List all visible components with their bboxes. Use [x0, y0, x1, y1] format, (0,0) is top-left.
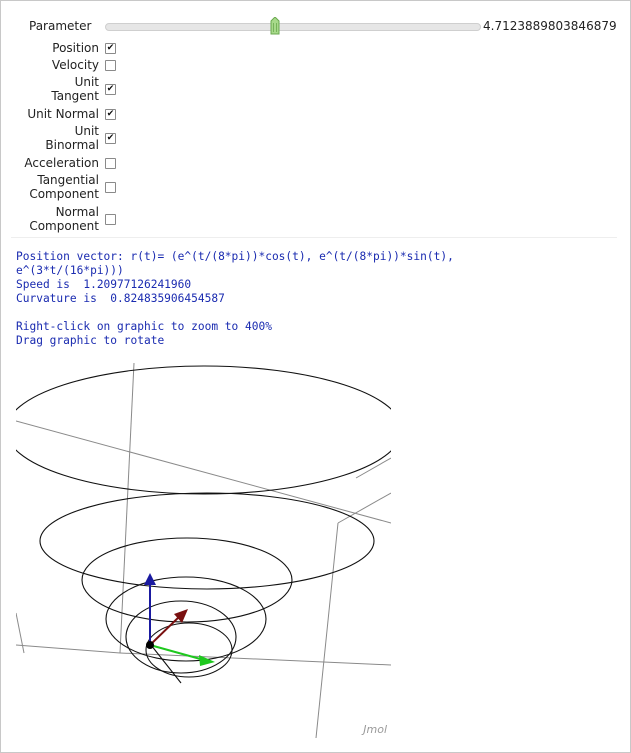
option-label-line: Acceleration: [24, 156, 99, 170]
parameter-slider-thumb[interactable]: [270, 17, 280, 35]
jmol-3d-viewer[interactable]: Jmol: [16, 363, 391, 738]
space-curve: [16, 365, 391, 684]
option-label-line: Unit Normal: [27, 107, 99, 121]
binormal-arrowhead: [144, 573, 156, 585]
option-label-3: Unit Normal: [1, 107, 99, 121]
option-label-4: Unit Binormal: [1, 124, 99, 152]
parameter-value: 4.7123889803846879: [483, 19, 617, 33]
option-label-2: Unit Tangent: [1, 75, 99, 103]
bounding-box: [16, 363, 391, 738]
parameter-label: Parameter: [29, 19, 92, 33]
option-label-line: Component: [29, 187, 99, 201]
option-label-line: Unit: [74, 124, 99, 138]
option-label-line: Position: [52, 41, 99, 55]
rotate-hint: Drag graphic to rotate: [16, 334, 165, 347]
zoom-hint: Right-click on graphic to zoom to 400%: [16, 320, 272, 333]
option-label-line: Tangent: [51, 89, 99, 103]
option-label-line: Tangential: [37, 173, 99, 187]
position-vector-line: Position vector: r(t)= (e^(t/(8*pi))*cos…: [16, 250, 454, 263]
viewer-canvas[interactable]: [16, 363, 391, 738]
speed-line: Speed is 1.20977126241960: [16, 278, 192, 291]
option-checkbox-5[interactable]: [105, 158, 116, 169]
option-checkbox-7[interactable]: [105, 214, 116, 225]
option-checkbox-1[interactable]: [105, 60, 116, 71]
info-panel: Position vector: r(t)= (e^(t/(8*pi))*cos…: [11, 237, 617, 362]
position-point: [146, 641, 154, 649]
option-label-5: Acceleration: [1, 156, 99, 170]
info-text: Position vector: r(t)= (e^(t/(8*pi))*cos…: [16, 250, 454, 348]
jmol-logo: Jmol: [363, 723, 387, 736]
option-checkbox-0[interactable]: ✔: [105, 43, 116, 54]
option-label-line: Binormal: [45, 138, 99, 152]
parameter-slider-track[interactable]: [105, 23, 481, 31]
position-vector-line-cont: e^(3*t/(16*pi))): [16, 264, 124, 277]
option-checkbox-3[interactable]: ✔: [105, 109, 116, 120]
curvature-line: Curvature is 0.824835906454587: [16, 292, 225, 305]
option-label-7: Normal Component: [1, 205, 99, 233]
option-checkbox-2[interactable]: ✔: [105, 84, 116, 95]
option-label-line: Unit: [74, 75, 99, 89]
option-checkbox-6[interactable]: [105, 182, 116, 193]
option-checkbox-4[interactable]: ✔: [105, 133, 116, 144]
option-label-0: Position: [1, 41, 99, 55]
app-frame: Parameter 4.7123889803846879 Position ✔ Ve…: [0, 0, 631, 753]
option-label-line: Component: [29, 219, 99, 233]
option-label-6: Tangential Component: [1, 173, 99, 201]
option-label-line: Velocity: [51, 58, 99, 72]
option-label-1: Velocity: [1, 58, 99, 72]
option-label-line: Normal: [55, 205, 99, 219]
